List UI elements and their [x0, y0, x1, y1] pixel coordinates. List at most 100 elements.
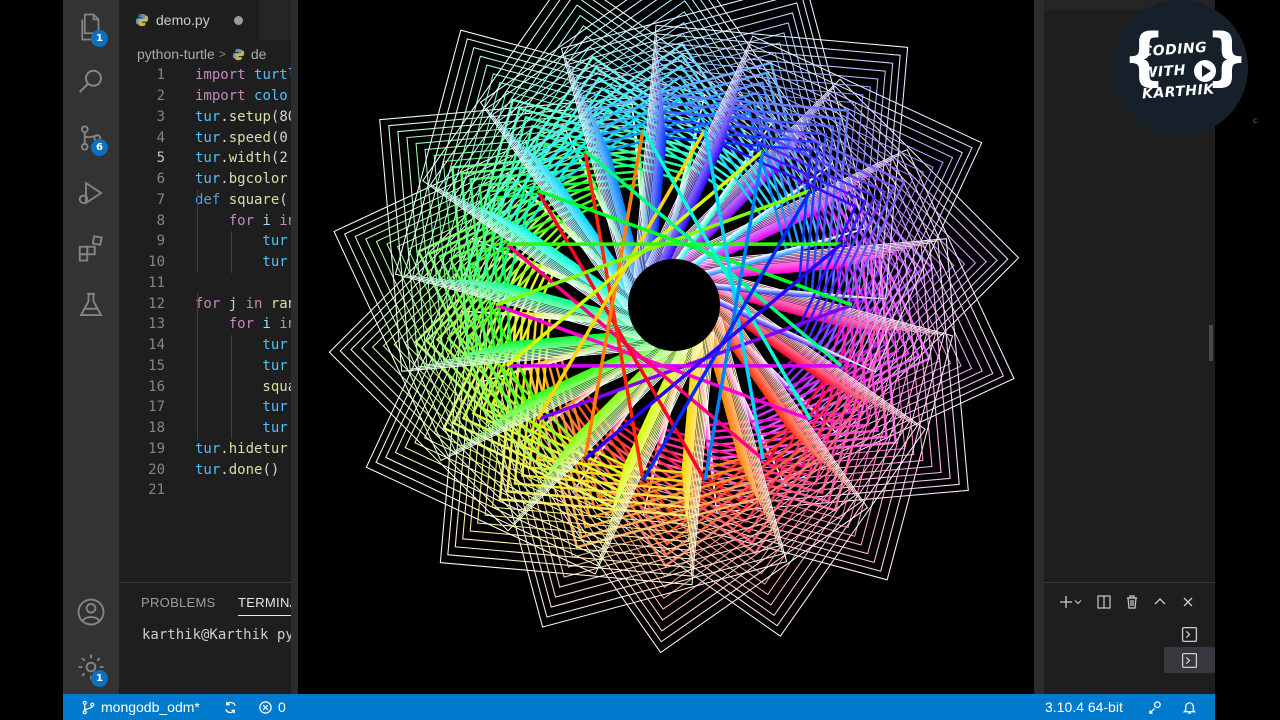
line-text: import colo: [195, 88, 288, 105]
tab-label: demo.py: [156, 12, 210, 28]
sync-icon[interactable]: [223, 694, 243, 720]
code-line[interactable]: 18 tur: [119, 417, 291, 439]
line-number: 21: [148, 482, 165, 499]
code-line[interactable]: 3 tur.setup(80: [119, 107, 291, 128]
code-line[interactable]: 12 for j in ran: [119, 293, 291, 314]
line-number: 1: [156, 67, 165, 84]
chevron-right-icon: >: [218, 47, 226, 61]
line-number: 13: [148, 316, 165, 333]
code-line[interactable]: 19 tur. hidetur: [119, 439, 291, 460]
line-text: tur: [195, 420, 288, 437]
line-text: squa: [195, 378, 291, 395]
turtle-canvas: [298, 0, 1034, 715]
code-line[interactable]: 14 tur: [119, 334, 291, 356]
line-text: tur: [195, 254, 288, 271]
trash-icon[interactable]: [1118, 591, 1146, 613]
breadcrumb-folder[interactable]: python-turtle: [137, 46, 215, 62]
code-line[interactable]: 8 for i in: [119, 210, 291, 231]
line-text: for j in ran: [195, 295, 291, 312]
status-bar: mongodb_odm* 0 3.10.4 64-bit: [63, 694, 1215, 720]
code-line[interactable]: 4 tur. speed (0: [119, 127, 291, 148]
close-icon[interactable]: [1174, 591, 1202, 613]
run-debug-icon[interactable]: [63, 168, 119, 218]
explorer-badge: 1: [91, 30, 108, 47]
feedback-icon[interactable]: [1148, 694, 1168, 720]
line-number: 11: [148, 274, 165, 291]
line-number: 20: [148, 461, 165, 478]
line-text: import turtl: [195, 67, 291, 84]
code-line[interactable]: 15 tur: [119, 355, 291, 377]
code-lines[interactable]: 1 import turtl 2 import colo 3 tur.setup(80 4 t…: [119, 65, 291, 501]
tab-demo-py[interactable]: demo.py: [119, 0, 259, 40]
python-file-icon: [135, 13, 149, 27]
line-text: for i in: [195, 212, 291, 229]
code-line[interactable]: 20 tur. done(): [119, 459, 291, 480]
line-number: 4: [156, 129, 165, 146]
terminal-icon: [1181, 652, 1198, 668]
line-number: 12: [148, 295, 165, 312]
line-text: tur. speed (0: [195, 129, 288, 146]
code-line[interactable]: 13 for i in: [119, 314, 291, 335]
line-number: 16: [148, 378, 165, 395]
code-line[interactable]: 17 tur: [119, 397, 291, 418]
account-icon[interactable]: [63, 587, 119, 637]
python-file-icon: [232, 48, 245, 60]
center-circle: [628, 259, 720, 351]
chevron-down-icon[interactable]: [1072, 591, 1084, 613]
code-line[interactable]: 21: [119, 480, 291, 501]
source-control-icon[interactable]: 6: [63, 113, 119, 163]
unsaved-dot-icon[interactable]: [234, 16, 243, 25]
line-text: tur. width (2: [195, 150, 288, 167]
code-line[interactable]: 10 tur: [119, 251, 291, 273]
line-number: 10: [148, 254, 165, 271]
code-line[interactable]: 5 tur. width (2: [119, 148, 291, 169]
source-control-badge: 6: [91, 139, 108, 156]
terminal-instance[interactable]: [1164, 621, 1215, 647]
python-interpreter[interactable]: 3.10.4 64-bit: [1045, 694, 1123, 720]
chevron-up-icon[interactable]: [1146, 591, 1174, 613]
spirograph-drawing: [328, 0, 1020, 654]
outer-margin-left: [0, 0, 63, 720]
explorer-icon[interactable]: 1: [63, 2, 119, 52]
code-line[interactable]: 11: [119, 273, 291, 294]
tab-problems[interactable]: PROBLEMS: [141, 595, 216, 610]
code-line[interactable]: 6 tur. bgcolor: [119, 169, 291, 190]
problems-indicator[interactable]: 0: [258, 694, 286, 720]
line-text: tur.setup(80: [195, 108, 291, 125]
branch-indicator[interactable]: mongodb_odm*: [81, 694, 200, 720]
error-icon: [259, 700, 272, 714]
settings-gear-icon[interactable]: 1: [63, 642, 119, 692]
testing-flask-icon[interactable]: [63, 280, 119, 330]
notifications-bell-icon[interactable]: [1182, 694, 1202, 720]
line-number: 2: [156, 88, 165, 105]
line-number: 18: [148, 420, 165, 437]
channel-logo: { } CODING WITH KARTHIK: [1112, 0, 1249, 136]
code-line[interactable]: 1 import turtl: [119, 65, 291, 86]
git-branch-icon: [82, 700, 95, 714]
split-terminal-icon[interactable]: [1090, 591, 1118, 613]
breadcrumb-file[interactable]: de: [251, 46, 267, 62]
scrollbar-thumb[interactable]: [1209, 325, 1213, 361]
line-text: tur: [195, 337, 288, 354]
settings-badge: 1: [91, 670, 108, 687]
bottom-panel: PROBLEMS TERMINA karthik@Karthik py: [119, 582, 291, 694]
code-line[interactable]: 16 squa: [119, 376, 291, 397]
line-text: tur. hidetur: [195, 440, 288, 457]
terminal-icon: [1181, 626, 1198, 642]
code-line[interactable]: 7 def square(: [119, 189, 291, 211]
terminal-prompt[interactable]: karthik@Karthik py: [142, 627, 291, 643]
line-number: 9: [156, 233, 165, 250]
activity-bar: 1 6 1: [63, 0, 119, 694]
search-icon[interactable]: [63, 57, 119, 107]
terminal-instance-active[interactable]: [1164, 647, 1215, 673]
extensions-icon[interactable]: [63, 223, 119, 273]
code-line[interactable]: 2 import colo: [119, 86, 291, 107]
editor-tab-bar: demo.py: [119, 0, 291, 40]
turtle-graphics-window: [291, 0, 1044, 720]
line-text: tur: [195, 357, 288, 374]
code-editor: demo.py python-turtle > de 1 import turtl…: [119, 0, 291, 582]
code-line[interactable]: 9 tur: [119, 231, 291, 252]
terminal-side-panel: [1044, 582, 1215, 694]
breadcrumb: python-turtle > de: [137, 44, 266, 64]
tab-terminal[interactable]: TERMINA: [238, 595, 291, 616]
